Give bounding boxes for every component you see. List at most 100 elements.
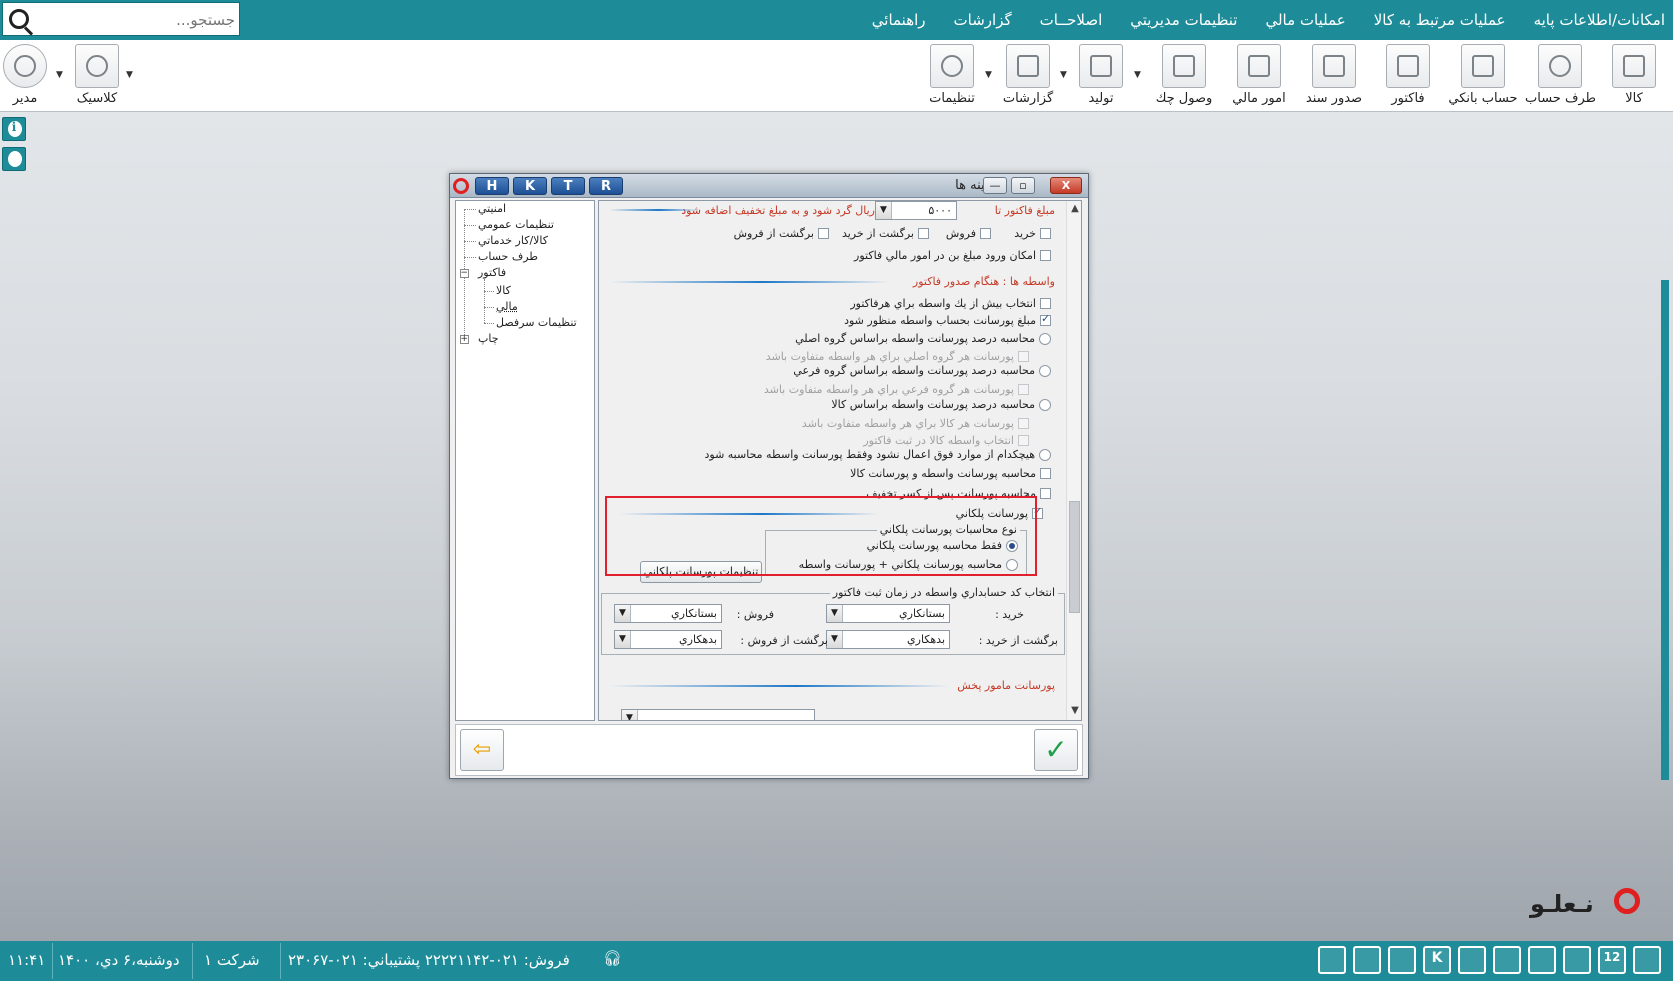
opt-calc-subgroup-radio[interactable] [1039,364,1051,377]
note-icon[interactable] [1493,946,1521,974]
pelekani-settings-button[interactable]: تنظيمات پورسانت پلکاني [640,561,762,583]
content-scrollbar[interactable]: ▲ ▼ [1066,201,1081,720]
opt-after-discount[interactable]: محاسبه پورسانت پس از کسر تخفيف [866,487,1051,500]
opt-forush-checkbox[interactable] [980,228,991,239]
toolbar-reports-button[interactable]: گزارشات [993,44,1063,110]
tree-expand-icon[interactable]: + [460,335,469,344]
opt-calc-kala[interactable]: محاسبه درصد پورسانت واسطه براساس کالا [831,398,1051,411]
toolbar-cheque-button[interactable]: وصول چك [1149,44,1219,110]
chevron-down-icon[interactable]: ▼ [622,710,638,720]
calendar-day-icon[interactable]: 12 [1598,946,1626,974]
opt-only-pelekani-radio[interactable] [1006,539,1018,552]
maximize-button[interactable]: ▫ [1011,177,1035,194]
menu-admin-settings[interactable]: تنظيمات مديريتي [1130,11,1237,29]
opt-diff-subgroup-checkbox[interactable] [1018,384,1029,395]
opt-diff-group[interactable]: پورسانت هر گروه اصلي براي هر واسطه متفاو… [766,350,1029,363]
menu-help[interactable]: راهنمائي [872,11,926,29]
toolbar-bank-account-button[interactable]: حساب بانکي [1448,44,1518,110]
toolbar-taraf-hesab-button[interactable]: طرف حساب [1525,44,1596,110]
opt-none[interactable]: هيچكدام از موارد فوق اعمال نشود وفقط پور… [704,448,1051,461]
acc-bargasht-kharid-combo[interactable]: بدهکاري ▼ [826,630,950,649]
tree-item-factor-sarfasl[interactable]: تنظيمات سرفصل [496,316,577,329]
toolbar-factor-button[interactable]: فاکتور [1373,44,1443,110]
hotkey-r-button[interactable]: R [589,177,623,195]
chevron-down-icon[interactable]: ▼ [615,605,631,622]
opt-multi-vaseteh[interactable]: انتخاب بيش از يك واسطه براي هرفاکتور [850,297,1051,310]
dialog-titlebar[interactable]: H K T R گزينه ها — ▫ X [450,174,1088,198]
minimize-button[interactable]: — [983,177,1007,194]
opt-pelekani-checkbox[interactable] [1032,505,1043,519]
k-app-icon[interactable]: K [1423,946,1451,974]
opt-bargasht-kharid-checkbox[interactable] [918,228,929,239]
opt-pelekani-plus-radio[interactable] [1006,558,1018,571]
opt-select-kala[interactable]: انتخاب واسطه کالا در ثبت فاکتور [863,434,1029,447]
hotkey-h-button[interactable]: H [475,177,509,195]
exit-button[interactable]: ⇦ [460,729,504,771]
tree-collapse-icon[interactable]: − [460,269,469,278]
opt-kharid-checkbox[interactable] [1040,228,1051,239]
menu-financial-ops[interactable]: عمليات مالي [1265,11,1345,29]
receipt-icon[interactable] [1318,946,1346,974]
tree-item-factor-kala[interactable]: کالا [496,284,511,297]
opt-diff-kala[interactable]: پورسانت هر کالا براي هر واسطه متفاوت باش… [802,417,1029,430]
opt-calc-subgroup[interactable]: محاسبه درصد پورسانت واسطه براساس گروه فر… [793,364,1051,377]
opt-none-radio[interactable] [1039,448,1051,461]
opt-diff-kala-checkbox[interactable] [1018,418,1029,429]
opt-forush[interactable]: فروش [946,227,991,240]
calendar-icon[interactable] [1633,946,1661,974]
tree-item-accounts[interactable]: طرف حساب [478,250,538,263]
hotkey-t-button[interactable]: T [551,177,585,195]
opt-porsant-account[interactable]: مبلغ پورسانت بحساب واسطه منظور شود [844,312,1051,327]
opt-mali-input[interactable]: امکان ورود مبلغ بن در امور مالي فاکتور [854,249,1051,262]
phone-book-icon[interactable] [1388,946,1416,974]
ok-button[interactable]: ✓ [1034,729,1078,771]
toolbar-kala-button[interactable]: کالا [1599,44,1669,110]
acc-bargasht-forush-combo[interactable]: بدهکاري ▼ [614,630,722,649]
search-input[interactable] [39,7,235,33]
opt-mali-input-checkbox[interactable] [1040,250,1051,261]
menu-goods-ops[interactable]: عمليات مرتبط به کالا [1374,11,1506,29]
scroll-down-icon[interactable]: ▼ [1069,705,1081,717]
toolbar-voucher-button[interactable]: صدور سند [1299,44,1369,110]
opt-kharid[interactable]: خريد [1014,227,1051,240]
toolbar-finance-button[interactable]: امور مالي [1224,44,1294,110]
opt-select-kala-checkbox[interactable] [1018,435,1029,446]
opt-bargasht-forush-checkbox[interactable] [818,228,829,239]
opt-bargasht-kharid[interactable]: برگشت از خريد [842,227,929,240]
opt-multi-vaseteh-checkbox[interactable] [1040,298,1051,309]
round-amount-combo[interactable]: ۵۰۰۰ ▼ [875,201,957,220]
opt-pelekani-plus[interactable]: محاسبه پورسانت پلکاني + پورسانت واسطه [799,558,1018,571]
tree-item-factor[interactable]: فاکتور [478,266,506,279]
scroll-up-icon[interactable]: ▲ [1069,203,1081,215]
opt-calc-kala-radio[interactable] [1039,398,1051,411]
opt-calc-group[interactable]: محاسبه درصد پورسانت واسطه براساس گروه اص… [795,332,1051,345]
opt-diff-subgroup[interactable]: پورسانت هر گروه فرعي براي هر واسطه متفاو… [764,383,1029,396]
chevron-down-icon[interactable]: ▼ [876,202,892,219]
tree-item-print[interactable]: چاپ [478,332,499,345]
user-card-button[interactable] [2,147,26,171]
mamur-combo[interactable]: ▼ [621,709,815,720]
map-pin-icon[interactable] [1563,946,1591,974]
toolbar-production-button[interactable]: توليد [1066,44,1136,110]
opt-calc-vaseteh-kala-checkbox[interactable] [1040,468,1051,479]
tree-item-general-settings[interactable]: تنظيمات عمومي [478,218,554,231]
chevron-down-icon[interactable]: ▼ [827,631,843,648]
calendar-grid-icon[interactable] [1353,946,1381,974]
info-button[interactable]: i [2,117,26,141]
toolbar-user-button[interactable]: مدير [0,44,60,110]
opt-pelekani[interactable]: پورسانت پلکاني [956,505,1043,520]
scroll-thumb[interactable] [1069,501,1080,613]
hotkey-k-button[interactable]: K [513,177,547,195]
acc-forush-combo[interactable]: بستانکاري ▼ [614,604,722,623]
toolbar-classic-theme-button[interactable]: کلاسيک [62,44,132,110]
tree-item-goods-services[interactable]: کالا/کار خدماتي [478,234,548,247]
menu-reports[interactable]: گزارشات [954,11,1012,29]
chevron-down-icon[interactable]: ▼ [615,631,631,648]
opt-calc-vaseteh-kala[interactable]: محاسبه پورسانت واسطه و پورسانت کالا [850,467,1051,480]
share-icon[interactable] [1528,946,1556,974]
acc-kharid-combo[interactable]: بستانکاري ▼ [826,604,950,623]
toolbar-settings-button[interactable]: تنظيمات [917,44,987,110]
opt-only-pelekani[interactable]: فقط محاسبه پورسانت پلکاني [867,539,1018,552]
list-icon[interactable] [1458,946,1486,974]
menu-basic-info[interactable]: امکانات/اطلاعات پايه [1534,11,1665,29]
